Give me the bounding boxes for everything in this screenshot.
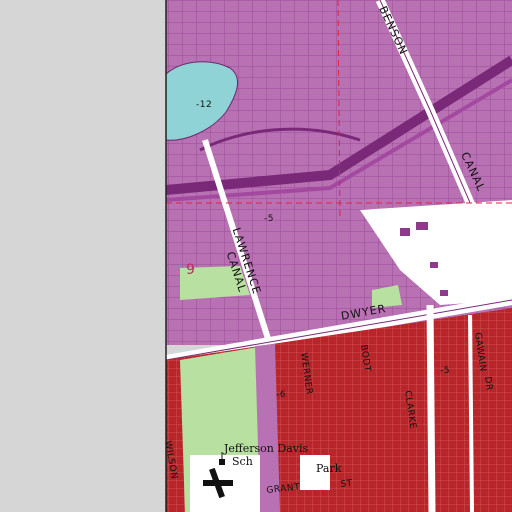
- section-number-label: 9: [186, 262, 195, 278]
- school-name-label: Jefferson Davis: [224, 442, 309, 455]
- dr-label: DR: [482, 376, 494, 392]
- elevation-label: -12: [196, 100, 213, 110]
- map-canvas: [0, 0, 512, 512]
- topographic-map[interactable]: BENSON CANAL LAWRENCE CANAL DWYER WILSON…: [0, 0, 512, 512]
- elevation-label: -5: [440, 366, 450, 376]
- north-south-road: [426, 304, 436, 512]
- st-label: ST: [340, 478, 354, 490]
- school-abbrev-label: Sch: [232, 455, 253, 468]
- elevation-label: -6: [276, 390, 286, 400]
- park-label: Park: [316, 462, 342, 475]
- elevation-label: -5: [264, 214, 274, 224]
- map-margin: [0, 0, 166, 512]
